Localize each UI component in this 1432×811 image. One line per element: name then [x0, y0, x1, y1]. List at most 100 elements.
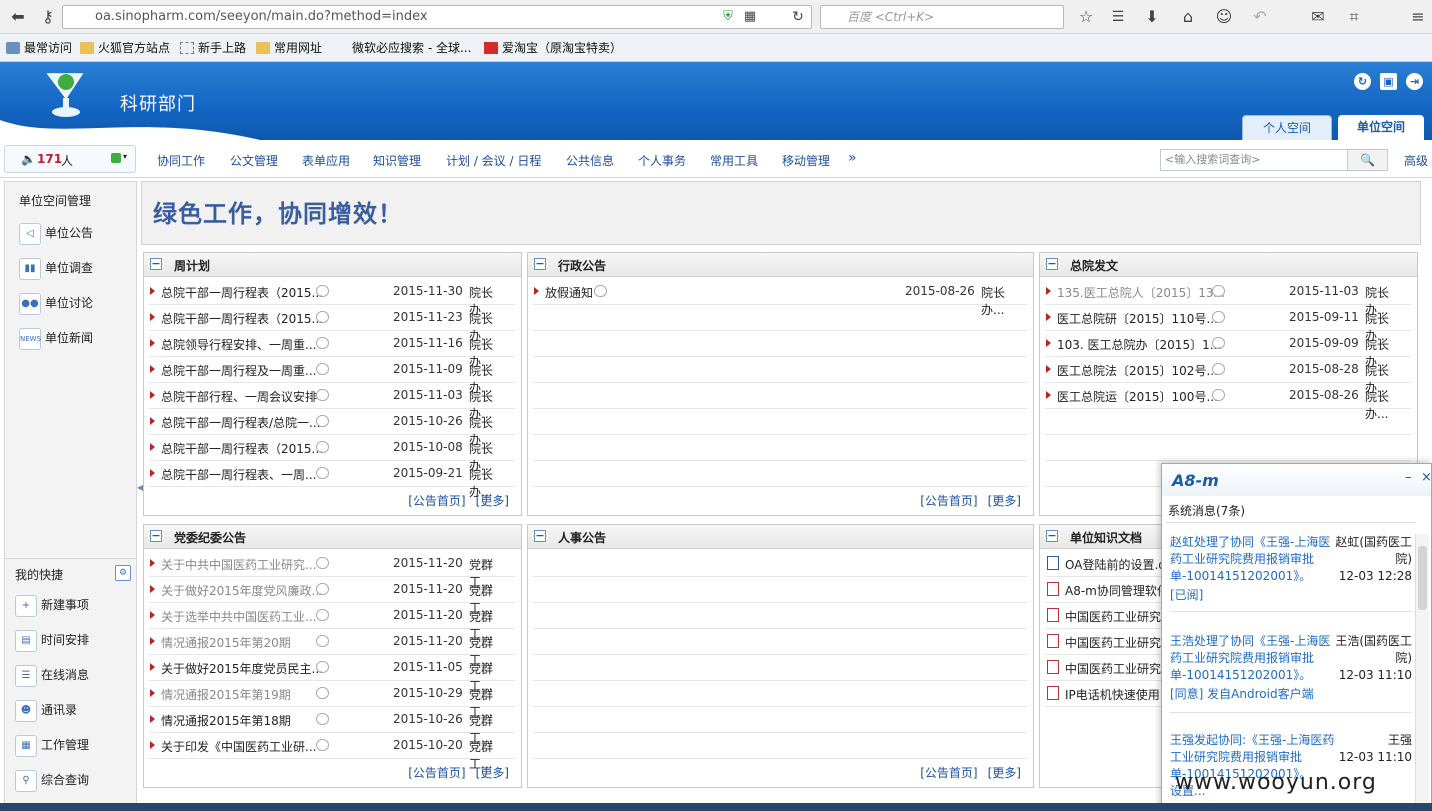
menu-icon[interactable]: ≡ — [1406, 5, 1430, 29]
back-icon[interactable]: ⬅ — [6, 5, 30, 29]
list-item[interactable]: 总院干部行程、一周会议安排 2015-11-03 院长办... — [149, 383, 515, 421]
item-title[interactable]: 103. 医工总院办〔2015〕1... — [1057, 336, 1221, 353]
list-item[interactable] — [533, 305, 1027, 331]
nav-more-icon[interactable]: » — [848, 150, 857, 166]
home-icon[interactable]: ⌂ — [1176, 5, 1200, 29]
message-item[interactable]: 赵虹处理了协同《王强-上海医药工业研究院费用报销审批单-100141512020… — [1170, 534, 1412, 612]
popup-scrollbar[interactable] — [1415, 534, 1429, 810]
shortcut-online-message[interactable]: ☰ 在线消息 — [15, 662, 89, 688]
message-item[interactable]: 王浩处理了协同《王强-上海医药工业研究院费用报销审批单-100141512020… — [1170, 633, 1412, 713]
list-item[interactable]: 情况通报2015年第19期 2015-10-29 党群工... — [149, 681, 515, 719]
item-title[interactable]: 医工总院研〔2015〕110号... — [1057, 310, 1218, 327]
list-item[interactable]: 医工总院法〔2015〕102号... 2015-08-28 院长办... — [1045, 357, 1411, 395]
sidebar-item-discussion[interactable]: ●● 单位讨论 — [19, 290, 93, 316]
item-title[interactable]: 总院干部一周行程表/总院一... — [161, 414, 321, 431]
shortcut-contacts[interactable]: ☻ 通讯录 — [15, 697, 77, 723]
message-text[interactable]: 王浩处理了协同《王强-上海医药工业研究院费用报销审批单-100141512020… — [1170, 633, 1340, 684]
list-item[interactable] — [533, 551, 1027, 577]
list-item[interactable] — [533, 409, 1027, 435]
crop-icon[interactable]: ⌗ — [1342, 5, 1366, 29]
close-icon[interactable]: × — [1421, 470, 1432, 485]
list-item[interactable]: 医工总院研〔2015〕110号... 2015-09-11 院长办... — [1045, 305, 1411, 343]
list-item[interactable]: 总院干部一周行程表（2015... 2015-11-30 院长办... — [149, 279, 515, 317]
list-item[interactable]: 103. 医工总院办〔2015〕1... 2015-09-09 院长办... — [1045, 331, 1411, 369]
bookmark-firefox[interactable]: 火狐官方站点 — [80, 39, 170, 57]
item-title[interactable]: 总院领导行程安排、一周重... — [161, 336, 316, 353]
item-title[interactable]: 总院干部行程、一周会议安排 — [161, 388, 317, 405]
nav-docs[interactable]: 公文管理 — [230, 152, 278, 169]
announcement-home-link[interactable]: [公告首页] — [920, 766, 977, 780]
item-title[interactable]: 总院干部一周行程表（2015... — [161, 310, 323, 327]
sidebar-item-news[interactable]: NEWS 单位新闻 — [19, 325, 93, 351]
item-title[interactable]: OA登陆前的设置.d — [1065, 556, 1166, 573]
undo-icon[interactable]: ↶ — [1248, 5, 1272, 29]
list-item[interactable] — [533, 681, 1027, 707]
screen-icon[interactable]: ▣ — [1380, 73, 1397, 90]
reload-icon[interactable]: ↻ — [786, 5, 810, 29]
announcement-home-link[interactable]: [公告首页] — [920, 494, 977, 508]
message-text[interactable]: 赵虹处理了协同《王强-上海医药工业研究院费用报销审批单-100141512020… — [1170, 534, 1340, 585]
nav-tools[interactable]: 常用工具 — [710, 152, 758, 169]
download-icon[interactable]: ⬇ — [1140, 5, 1164, 29]
shortcut-work-management[interactable]: ▦ 工作管理 — [15, 732, 89, 758]
list-item[interactable] — [533, 707, 1027, 733]
item-title[interactable]: 情况通报2015年第18期 — [161, 712, 291, 729]
advanced-search-link[interactable]: 高级 — [1404, 152, 1428, 169]
nav-knowledge[interactable]: 知识管理 — [373, 152, 421, 169]
list-item[interactable]: 关于做好2015年度党员民主... 2015-11-05 党群工... — [149, 655, 515, 693]
shortcut-new-item[interactable]: + 新建事项 — [15, 592, 89, 618]
shortcut-settings-icon[interactable]: ⚙ — [115, 565, 131, 581]
announcement-home-link[interactable]: [公告首页] — [408, 766, 465, 780]
scrollbar-thumb[interactable] — [1418, 546, 1427, 610]
list-item[interactable]: 情况通报2015年第20期 2015-11-20 党群工... — [149, 629, 515, 667]
more-link[interactable]: [更多] — [476, 494, 509, 508]
bookmark-frequent[interactable]: 最常访问 — [6, 39, 72, 57]
tab-personal-space[interactable]: 个人空间 — [1242, 115, 1332, 140]
collapse-icon[interactable]: − — [1046, 530, 1058, 542]
sidebar-item-survey[interactable]: ▮▮ 单位调查 — [19, 255, 93, 281]
list-item[interactable] — [533, 603, 1027, 629]
shortcut-schedule[interactable]: ▤ 时间安排 — [15, 627, 89, 653]
nav-plan-meeting[interactable]: 计划 / 会议 / 日程 — [446, 152, 541, 169]
list-item[interactable]: 医工总院运〔2015〕100号... 2015-08-26 院长办... — [1045, 383, 1411, 421]
list-item[interactable] — [533, 357, 1027, 383]
collapse-icon[interactable]: − — [534, 258, 546, 270]
bookmark-taobao[interactable]: 爱淘宝（原淘宝特卖） — [484, 39, 622, 57]
list-item[interactable] — [533, 733, 1027, 759]
list-item[interactable]: 总院干部一周行程表（2015... 2015-11-23 院长办... — [149, 305, 515, 343]
chat-icon[interactable]: ☺ — [1212, 5, 1236, 29]
item-title[interactable]: 关于印发《中国医药工业研... — [161, 738, 316, 755]
chevron-down-icon[interactable]: ▾ — [123, 152, 127, 161]
list-item[interactable] — [533, 461, 1027, 487]
list-item[interactable] — [533, 331, 1027, 357]
item-title[interactable]: 关于中共中国医药工业研究... — [161, 556, 316, 573]
collapse-icon[interactable]: − — [150, 530, 162, 542]
sidebar-collapse-icon[interactable]: ◀ — [137, 483, 143, 495]
list-item[interactable]: 总院领导行程安排、一周重... 2015-11-16 院长办... — [149, 331, 515, 369]
more-link[interactable]: [更多] — [988, 494, 1021, 508]
sidebar-item-announcement[interactable]: ◁ 单位公告 — [19, 220, 93, 246]
search-button[interactable]: 🔍 — [1348, 149, 1388, 171]
shortcut-query[interactable]: ⚲ 综合查询 — [15, 767, 89, 793]
item-title[interactable]: 总院干部一周行程表（2015... — [161, 284, 323, 301]
item-title[interactable]: 总院干部一周行程表（2015... — [161, 440, 323, 457]
item-title[interactable]: A8-m协同管理软件 — [1065, 582, 1169, 599]
item-title[interactable]: 中国医药工业研究 — [1065, 608, 1161, 625]
refresh-icon[interactable]: ↻ — [1354, 73, 1371, 90]
list-item[interactable]: 总院干部一周行程及一周重... 2015-11-09 院长办... — [149, 357, 515, 395]
minimize-icon[interactable]: – — [1405, 470, 1412, 485]
list-item[interactable] — [533, 383, 1027, 409]
list-item[interactable] — [533, 655, 1027, 681]
nav-forms[interactable]: 表单应用 — [302, 152, 350, 169]
list-item[interactable]: 总院干部一周行程表、一周... 2015-09-21 院长办... — [149, 461, 515, 499]
item-title[interactable]: 情况通报2015年第20期 — [161, 634, 291, 651]
list-item[interactable] — [1045, 409, 1411, 435]
list-item[interactable]: 135.医工总院人〔2015〕13... 2015-11-03 院长办... — [1045, 279, 1411, 317]
item-title[interactable]: 关于选举中共中国医药工业... — [161, 608, 316, 625]
list-item[interactable] — [533, 629, 1027, 655]
item-title[interactable]: 医工总院法〔2015〕102号... — [1057, 362, 1218, 379]
bookmark-common[interactable]: 常用网址 — [256, 39, 322, 57]
item-title[interactable]: 135.医工总院人〔2015〕13... — [1057, 284, 1225, 301]
list-item[interactable]: 放假通知 2015-08-26 院长办... — [533, 279, 1027, 317]
browser-search-input[interactable]: 百度 <Ctrl+K> — [820, 5, 1064, 29]
